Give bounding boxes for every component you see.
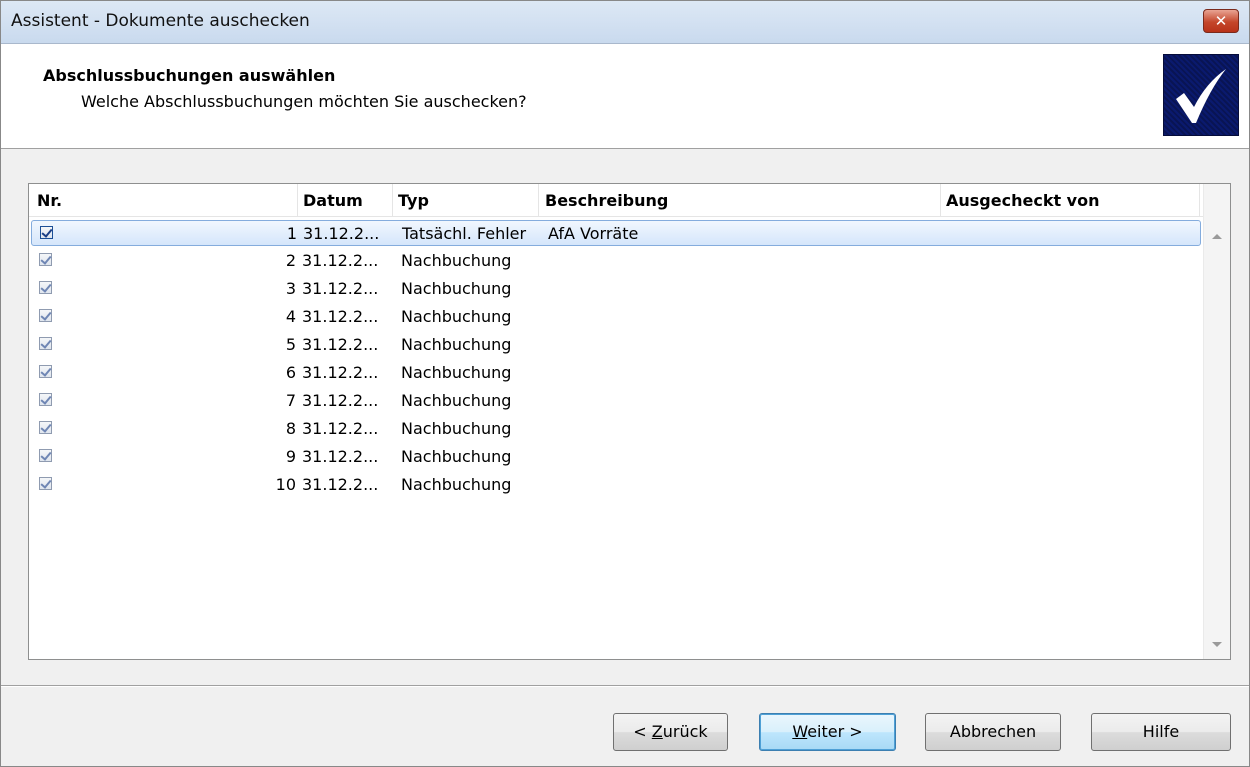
scroll-down-arrow-icon[interactable] (1212, 642, 1222, 647)
column-header-row: Nr. Datum Typ Beschreibung Ausgecheckt v… (29, 184, 1203, 217)
cell-typ: Nachbuchung (401, 391, 512, 410)
column-header-ausgecheckt-von[interactable]: Ausgecheckt von (946, 191, 1099, 210)
scroll-up-arrow-icon[interactable] (1212, 234, 1222, 239)
close-icon: ✕ (1214, 12, 1228, 30)
column-header-typ[interactable]: Typ (398, 191, 429, 210)
back-button-prefix: < (633, 722, 652, 741)
vertical-scrollbar[interactable] (1203, 184, 1230, 659)
cell-datum: 31.12.2... (302, 363, 379, 382)
cell-datum: 31.12.2... (302, 307, 379, 326)
table-row[interactable]: 6 31.12.2... Nachbuchung (31, 360, 1201, 386)
table-row[interactable]: 3 31.12.2... Nachbuchung (31, 276, 1201, 302)
page-subtitle: Welche Abschlussbuchungen möchten Sie au… (81, 92, 527, 111)
cancel-button[interactable]: Abbrechen (925, 713, 1061, 751)
cell-beschreibung: AfA Vorräte (548, 224, 639, 243)
wizard-header: Abschlussbuchungen auswählen Welche Absc… (1, 44, 1249, 149)
window-title: Assistent - Dokumente auschecken (11, 11, 310, 31)
bookings-list[interactable]: Nr. Datum Typ Beschreibung Ausgecheckt v… (28, 183, 1231, 660)
footer-divider (1, 685, 1249, 687)
cell-typ: Nachbuchung (401, 335, 512, 354)
cell-typ: Tatsächl. Fehler (402, 224, 527, 243)
cell-nr: 8 (285, 419, 296, 438)
table-row[interactable]: 2 31.12.2... Nachbuchung (31, 248, 1201, 274)
column-header-nr[interactable]: Nr. (37, 191, 62, 210)
cell-datum: 31.12.2... (302, 391, 379, 410)
cell-nr: 2 (285, 251, 296, 270)
cell-datum: 31.12.2... (302, 447, 379, 466)
cell-nr: 7 (285, 391, 296, 410)
cell-typ: Nachbuchung (401, 363, 512, 382)
cell-typ: Nachbuchung (401, 447, 512, 466)
cell-typ: Nachbuchung (401, 419, 512, 438)
table-row[interactable]: 5 31.12.2... Nachbuchung (31, 332, 1201, 358)
close-button[interactable]: ✕ (1203, 9, 1239, 33)
back-button-label: urück (662, 722, 708, 741)
cell-typ: Nachbuchung (401, 307, 512, 326)
table-row[interactable]: 1 31.12.2... Tatsächl. Fehler AfA Vorrät… (31, 220, 1201, 246)
checkmark-icon (1163, 54, 1239, 136)
cell-nr: 6 (285, 363, 296, 382)
title-bar[interactable]: Assistent - Dokumente auschecken ✕ (1, 1, 1249, 44)
cell-datum: 31.12.2... (302, 335, 379, 354)
next-button-label: eiter > (807, 722, 863, 741)
cell-typ: Nachbuchung (401, 251, 512, 270)
table-row[interactable]: 7 31.12.2... Nachbuchung (31, 388, 1201, 414)
cell-datum: 31.12.2... (303, 224, 380, 243)
back-button[interactable]: < Zurück (613, 713, 728, 751)
cell-typ: Nachbuchung (401, 279, 512, 298)
table-row[interactable]: 8 31.12.2... Nachbuchung (31, 416, 1201, 442)
column-header-beschreibung[interactable]: Beschreibung (545, 191, 668, 210)
table-row[interactable]: 9 31.12.2... Nachbuchung (31, 444, 1201, 470)
column-header-datum[interactable]: Datum (303, 191, 363, 210)
help-button-label: Hilfe (1142, 722, 1180, 741)
cell-datum: 31.12.2... (302, 419, 379, 438)
help-button[interactable]: Hilfe (1091, 713, 1231, 751)
cell-nr: 1 (286, 224, 297, 243)
wizard-window: Assistent - Dokumente auschecken ✕ Absch… (0, 0, 1250, 767)
back-button-mnemonic: Z (651, 722, 663, 741)
page-title: Abschlussbuchungen auswählen (43, 66, 336, 85)
cell-nr: 5 (285, 335, 296, 354)
next-button-mnemonic: W (792, 722, 808, 741)
table-row[interactable]: 10 31.12.2... Nachbuchung (31, 472, 1201, 498)
cell-nr: 10 (275, 475, 296, 494)
cell-datum: 31.12.2... (302, 475, 379, 494)
table-row[interactable]: 4 31.12.2... Nachbuchung (31, 304, 1201, 330)
cell-nr: 9 (285, 447, 296, 466)
next-button[interactable]: Weiter > (759, 713, 896, 751)
cell-typ: Nachbuchung (401, 475, 512, 494)
cell-datum: 31.12.2... (302, 251, 379, 270)
cancel-button-label: Abbrechen (949, 722, 1037, 741)
cell-nr: 4 (285, 307, 296, 326)
cell-nr: 3 (285, 279, 296, 298)
cell-datum: 31.12.2... (302, 279, 379, 298)
